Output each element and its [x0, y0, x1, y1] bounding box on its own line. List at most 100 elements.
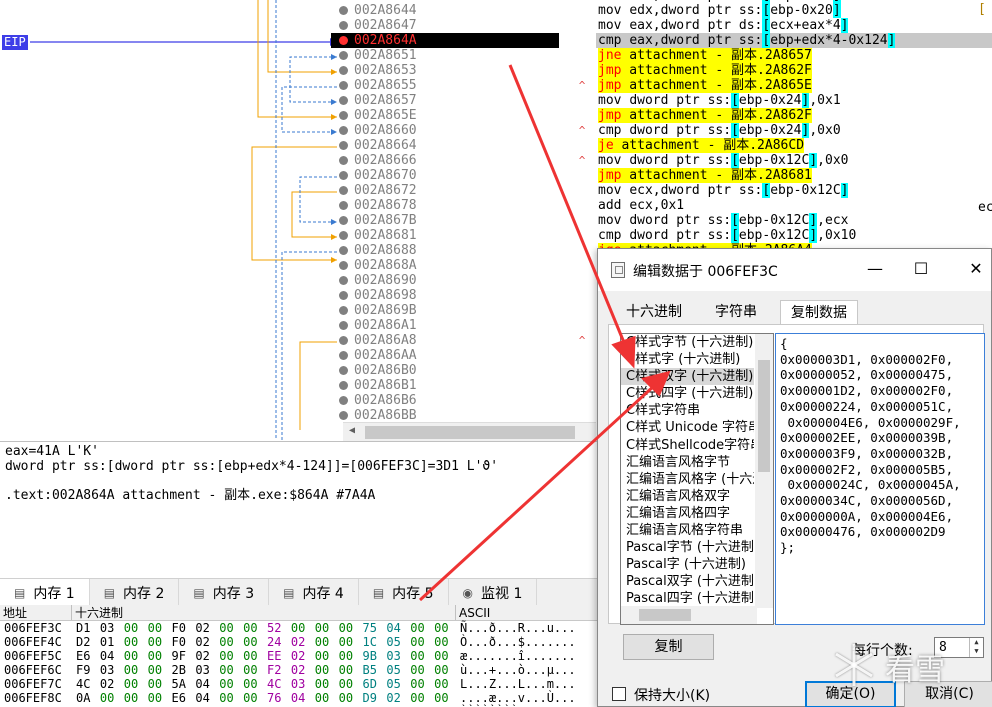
hex-byte[interactable]: 02: [195, 649, 219, 663]
dump-ascii[interactable]: Ñ...ð...R...u...: [458, 621, 598, 635]
hex-byte[interactable]: 00: [410, 621, 434, 635]
hex-byte[interactable]: 00: [148, 621, 172, 635]
address-row[interactable]: 002A8672: [331, 183, 559, 198]
breakpoint-dot-icon[interactable]: [339, 171, 348, 180]
disasm-horizontal-scrollbar[interactable]: ◀: [343, 422, 596, 441]
instruction-row[interactable]: je attachment - 副本.2A86CD: [596, 138, 992, 153]
dump-ascii[interactable]: Ò...ð...$.......: [458, 635, 598, 649]
tab-memory-2[interactable]: ▤ 内存 2: [90, 579, 180, 606]
hex-byte[interactable]: 00: [124, 691, 148, 705]
address-row[interactable]: 002A8647: [331, 18, 559, 33]
format-list[interactable]: C样式字节 (十六进制) C样式字 (十六进制) C样式双字 (十六进制) C样式四字…: [620, 333, 774, 625]
address-row[interactable]: 002A8655: [331, 78, 559, 93]
dump-address[interactable]: 006FEF4C: [0, 635, 72, 649]
hex-byte[interactable]: 00: [291, 621, 315, 635]
instruction-row[interactable]: jmp attachment - 副本.2A865E: [596, 78, 992, 93]
hex-byte[interactable]: 00: [339, 691, 363, 705]
dump-row[interactable]: 006FEF5C E6 04 00 00 9F 02 00 00 EE 02 00 00 9B 03 00 00…: [0, 649, 600, 663]
hex-byte[interactable]: F0: [172, 635, 196, 649]
tab-hex[interactable]: 十六进制: [616, 300, 692, 324]
hex-byte[interactable]: 00: [434, 691, 458, 705]
dialog-title-bar[interactable]: 编辑数据于 006FEF3C — ☐ ✕: [598, 249, 991, 291]
instruction-row[interactable]: jne attachment - 副本.2A8657: [596, 48, 992, 63]
hex-byte[interactable]: 00: [243, 691, 267, 705]
format-item[interactable]: C样式四字 (十六进制): [621, 385, 754, 402]
hex-byte[interactable]: 05: [386, 635, 410, 649]
hex-byte[interactable]: 00: [410, 649, 434, 663]
breakpoint-dot-icon[interactable]: [339, 21, 348, 30]
address-row[interactable]: 002A86B6: [331, 393, 559, 408]
format-item[interactable]: C样式字 (十六进制): [621, 351, 754, 368]
dump-row[interactable]: 006FEF3C D1 03 00 00 F0 02 00 00 52 00 00 00 75 04 00 00…: [0, 621, 600, 635]
dump-address[interactable]: 006FEF8C: [0, 691, 72, 705]
hex-byte[interactable]: 03: [195, 663, 219, 677]
address-row[interactable]: 002A867B: [331, 213, 559, 228]
hex-byte[interactable]: 00: [243, 663, 267, 677]
address-row[interactable]: 002A865E: [331, 108, 559, 123]
tab-copy-data[interactable]: 复制数据: [780, 300, 858, 324]
hex-byte[interactable]: 00: [148, 663, 172, 677]
copy-data-text[interactable]: { 0x000003D1, 0x000002F0, 0x00000052, 0x…: [780, 336, 961, 556]
breakpoint-dot-icon[interactable]: [339, 66, 348, 75]
format-item[interactable]: C样式双字 (十六进制): [621, 368, 754, 386]
hex-byte[interactable]: 05: [386, 677, 410, 691]
hex-byte[interactable]: 00: [148, 677, 172, 691]
hex-byte[interactable]: F9: [76, 663, 100, 677]
format-item[interactable]: 汇编语言风格四字: [621, 505, 754, 522]
instruction-row[interactable]: mov eax,dword ptr ds:[ecx+eax*4]: [596, 18, 992, 33]
dump-ascii[interactable]: ù...+...ò...µ...: [458, 663, 598, 677]
hex-byte[interactable]: 00: [339, 621, 363, 635]
hex-byte[interactable]: 9B: [363, 649, 387, 663]
dump-hex[interactable]: D1 03 00 00 F0 02 00 00 52 00 00 00 75 04 00 00: [72, 621, 458, 635]
hex-byte[interactable]: 00: [219, 649, 243, 663]
hex-byte[interactable]: 1C: [363, 635, 387, 649]
hex-byte[interactable]: 00: [315, 649, 339, 663]
hex-byte[interactable]: 02: [100, 677, 124, 691]
hex-byte[interactable]: 5A: [172, 677, 196, 691]
hex-byte[interactable]: D1: [76, 621, 100, 635]
hex-byte[interactable]: 00: [339, 663, 363, 677]
breakpoint-dot-icon[interactable]: [339, 111, 348, 120]
breakpoint-dot-icon[interactable]: [339, 51, 348, 60]
dump-address[interactable]: 006FEF5C: [0, 649, 72, 663]
hex-byte[interactable]: E6: [172, 691, 196, 705]
address-row[interactable]: 002A86A8: [331, 333, 559, 348]
address-row[interactable]: 002A86A1: [331, 318, 559, 333]
hex-byte[interactable]: 00: [243, 677, 267, 691]
address-row[interactable]: 002A869B: [331, 303, 559, 318]
hex-byte[interactable]: 04: [100, 649, 124, 663]
dump-hex[interactable]: E6 04 00 00 9F 02 00 00 EE 02 00 00 9B 03 00 00: [72, 649, 458, 663]
hex-byte[interactable]: 00: [243, 649, 267, 663]
format-item[interactable]: C样式字节 (十六进制): [621, 334, 754, 351]
hex-byte[interactable]: 00: [434, 635, 458, 649]
instruction-row[interactable]: mov dword ptr ss:[ebp-0x12C],0x0: [596, 153, 992, 168]
hex-byte[interactable]: 00: [124, 621, 148, 635]
address-row[interactable]: 002A8651: [331, 48, 559, 63]
hex-byte[interactable]: 00: [315, 691, 339, 705]
dump-ascii[interactable]: L...Z...L...m...: [458, 677, 598, 691]
tab-memory-4[interactable]: ▤ 内存 4: [269, 579, 359, 606]
breakpoint-dot-icon[interactable]: [339, 336, 348, 345]
address-row[interactable]: 002A8678: [331, 198, 559, 213]
hex-byte[interactable]: 6D: [363, 677, 387, 691]
dump-hex[interactable]: 0A 00 00 00 E6 04 00 00 76 04 00 00 D9 02 00 00: [72, 691, 458, 705]
address-row[interactable]: 002A8660: [331, 123, 559, 138]
address-row[interactable]: 002A8657: [331, 93, 559, 108]
dump-row[interactable]: 006FEF6C F9 03 00 00 2B 03 00 00 F2 02 00 00 B5 05 00 00…: [0, 663, 600, 677]
hex-byte[interactable]: 00: [339, 649, 363, 663]
address-row[interactable]: 002A86BB: [331, 408, 559, 423]
format-item[interactable]: 汇编语言风格字符串: [621, 522, 754, 539]
hex-byte[interactable]: D9: [363, 691, 387, 705]
format-item[interactable]: C样式字符串: [621, 402, 754, 419]
hex-byte[interactable]: 00: [219, 691, 243, 705]
keep-size-label[interactable]: 保持大小(K): [634, 685, 710, 705]
hex-byte[interactable]: 00: [243, 621, 267, 635]
hex-byte[interactable]: 0A: [76, 691, 100, 705]
dump-row[interactable]: 006FEF8C 0A 00 00 00 E6 04 00 00 76 04 00 00 D9 02 00 00…: [0, 691, 600, 705]
hex-byte[interactable]: 00: [315, 663, 339, 677]
address-row[interactable]: 002A8698: [331, 288, 559, 303]
dump-ascii[interactable]: ....æ...v...Ù...: [458, 691, 598, 705]
tab-memory-3[interactable]: ▤ 内存 3: [179, 579, 270, 606]
hex-byte[interactable]: 00: [148, 635, 172, 649]
tab-memory-5[interactable]: ▤ 内存 5: [359, 579, 449, 606]
